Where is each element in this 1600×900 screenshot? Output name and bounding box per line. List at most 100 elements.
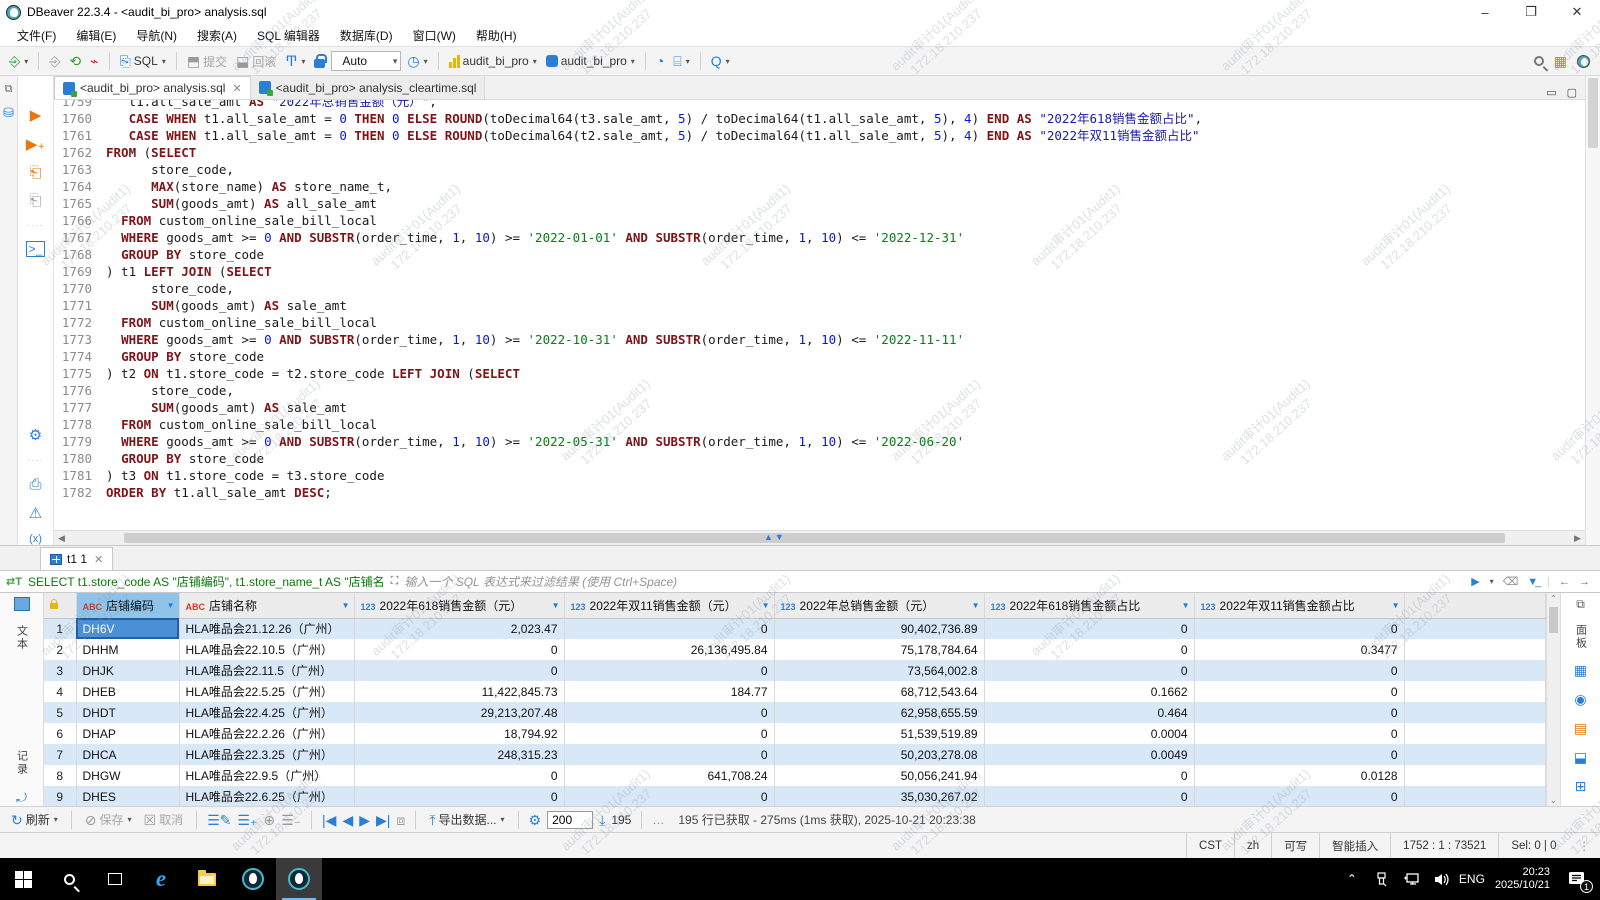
grid-cell[interactable]: 0 — [1194, 618, 1404, 639]
grid-cell[interactable]: DH6V — [76, 618, 179, 639]
grid-cell[interactable]: 18,794.92 — [354, 723, 564, 744]
row-number[interactable]: 3 — [44, 660, 76, 681]
grid-cell[interactable]: 0 — [1194, 702, 1404, 723]
taskbar-ie[interactable]: e — [138, 858, 184, 900]
sql-code-editor[interactable]: 1759 t1.all_sale_amt AS "2022年总销售金额（元）",… — [54, 100, 1585, 530]
grid-cell[interactable]: 11,422,845.73 — [354, 681, 564, 702]
aggregate-panel-icon[interactable]: ▤ — [1574, 720, 1587, 737]
tab-analysis-sql[interactable]: <audit_bi_pro> analysis.sql ✕ — [54, 76, 251, 99]
maximize-editor-icon[interactable]: ▢ — [1567, 86, 1577, 99]
new-sql-editor-button[interactable]: ⎘SQL▾ — [117, 52, 169, 70]
taskbar-search-button[interactable] — [46, 858, 92, 900]
text-presentation-tab[interactable]: 文本 — [14, 625, 30, 651]
apply-filter-icon[interactable]: ▶ — [1471, 575, 1479, 588]
grid-cell[interactable]: HLA唯品会22.11.5（广州） — [179, 660, 354, 681]
grid-cell[interactable]: 248,315.23 — [354, 744, 564, 765]
tray-network-icon[interactable] — [1399, 858, 1425, 900]
record-mode-tab[interactable]: 记录 — [14, 750, 30, 776]
editor-hscrollbar[interactable]: ◀ ▲▼ ▶ — [54, 530, 1585, 545]
row-number[interactable]: 8 — [44, 765, 76, 786]
scroll-down-icon[interactable]: ⌄ — [1550, 796, 1557, 805]
grid-cell[interactable]: 51,539,519.89 — [774, 723, 984, 744]
grid-cell[interactable]: HLA唯品会22.9.5（广州） — [179, 765, 354, 786]
column-header-6[interactable]: 1232022年双11销售金额占比▼ — [1194, 593, 1404, 618]
filter-input[interactable]: 输入一个 SQL 表达式来过滤结果 (使用 Ctrl+Space) — [404, 573, 1465, 590]
file-warning-icon[interactable]: ⚠ — [29, 504, 42, 522]
minimize-button[interactable]: – — [1462, 0, 1508, 24]
menu-item-1[interactable]: 编辑(E) — [67, 25, 125, 46]
metadata-panel-icon[interactable]: ◉ — [1574, 691, 1586, 708]
txn-history-button[interactable]: ◷▾ — [404, 52, 430, 70]
grid-presentation-icon[interactable] — [14, 597, 30, 611]
next-page-icon[interactable]: ▶ — [359, 813, 370, 827]
tab-close-icon[interactable]: ✕ — [232, 82, 241, 95]
grid-cell[interactable]: HLA唯品会22.10.5（广州） — [179, 639, 354, 660]
transpose-icon[interactable]: ⤾ — [16, 790, 27, 806]
grid-cell[interactable]: 0 — [1194, 660, 1404, 681]
grid-cell[interactable]: 0 — [564, 786, 774, 806]
quick-search-icon[interactable] — [1534, 56, 1544, 66]
history-forward-icon[interactable]: → — [1579, 576, 1590, 588]
grid-cell[interactable]: HLA唯品会22.6.25（广州） — [179, 786, 354, 806]
grid-cell[interactable]: 0 — [354, 765, 564, 786]
grid-cell[interactable]: HLA唯品会22.3.25（广州） — [179, 744, 354, 765]
grid-cell[interactable]: 184.77 — [564, 681, 774, 702]
menu-item-5[interactable]: 数据库(D) — [331, 25, 402, 46]
rollback-button[interactable]: ⬓回滚 — [233, 51, 279, 72]
grid-cell[interactable]: 90,402,736.89 — [774, 618, 984, 639]
grid-cell[interactable]: DHEB — [76, 681, 179, 702]
grid-cell[interactable]: 0 — [564, 744, 774, 765]
grid-cell[interactable]: DHCA — [76, 744, 179, 765]
grid-cell[interactable]: 0 — [1194, 681, 1404, 702]
add-row-icon[interactable]: ☰₊ — [237, 813, 257, 827]
column-header-5[interactable]: 1232022年618销售金额占比▼ — [984, 593, 1194, 618]
execute-script-icon[interactable]: ⎗ — [29, 164, 41, 181]
maximize-button[interactable]: ❐ — [1508, 0, 1554, 24]
calc-panel-icon[interactable]: ⊞ — [1575, 778, 1587, 795]
grid-cell[interactable]: DHDT — [76, 702, 179, 723]
taskbar-dbeaver-1[interactable] — [230, 858, 276, 900]
export-data-button[interactable]: ⤒导出数据...▾ — [426, 809, 507, 830]
connect-button[interactable]: ⎆ — [46, 52, 63, 70]
grid-cell[interactable]: 50,056,241.94 — [774, 765, 984, 786]
delete-row-icon[interactable]: ☰₋ — [281, 813, 301, 827]
taskbar-explorer[interactable] — [184, 858, 230, 900]
menu-item-7[interactable]: 帮助(H) — [467, 25, 526, 46]
variables-icon[interactable]: (x) — [29, 533, 42, 545]
grid-cell[interactable]: HLA唯品会22.5.25（广州） — [179, 681, 354, 702]
vscroll-thumb[interactable] — [1588, 78, 1598, 148]
grid-cell[interactable]: 0 — [984, 618, 1194, 639]
value-viewer-icon[interactable]: ▦ — [1574, 662, 1587, 679]
tray-volume-icon[interactable] — [1429, 858, 1455, 900]
restore-view-icon[interactable]: ⧉ — [5, 82, 13, 96]
grid-cell[interactable]: 0 — [354, 660, 564, 681]
grid-cell[interactable]: 0 — [354, 786, 564, 806]
database-selector[interactable]: audit_bi_pro▾ — [543, 52, 638, 70]
prev-page-icon[interactable]: ◀ — [342, 813, 353, 827]
search-tools-button[interactable]: Q▾ — [708, 52, 733, 70]
first-page-icon[interactable]: |◀ — [322, 813, 336, 827]
grid-cell[interactable]: 0 — [354, 639, 564, 660]
execute-statement-icon[interactable]: ▶ — [30, 106, 42, 124]
tray-usb-icon[interactable] — [1369, 858, 1395, 900]
grid-cell[interactable]: 0.1662 — [984, 681, 1194, 702]
column-filter-icon[interactable]: ▼ — [1182, 601, 1190, 610]
column-header-2[interactable]: 1232022年618销售金额（元）▼ — [354, 593, 564, 618]
row-number[interactable]: 9 — [44, 786, 76, 806]
start-button[interactable] — [0, 858, 46, 900]
result-grid[interactable]: ABC店铺编码▼ABC店铺名称▼1232022年618销售金额（元）▼12320… — [44, 593, 1546, 806]
clear-filter-icon[interactable]: ⌫ — [1503, 575, 1519, 588]
grid-vscroll-thumb[interactable] — [1549, 607, 1558, 633]
last-page-icon[interactable]: ▶| — [376, 813, 390, 827]
grid-cell[interactable]: 35,030,267.02 — [774, 786, 984, 806]
result-tab-close-icon[interactable]: ✕ — [94, 553, 103, 566]
grid-cell[interactable]: DHGW — [76, 765, 179, 786]
grid-vscrollbar[interactable]: ⌃ ⌄ — [1546, 593, 1560, 806]
column-header-1[interactable]: ABC店铺名称▼ — [179, 593, 354, 618]
grid-cell[interactable]: 50,203,278.08 — [774, 744, 984, 765]
grid-cell[interactable]: HLA唯品会22.4.25（广州） — [179, 702, 354, 723]
new-connection-button[interactable]: ⎆▾ — [6, 52, 31, 70]
grid-cell[interactable]: HLA唯品会22.2.26（广州） — [179, 723, 354, 744]
scroll-up-icon[interactable]: ⌃ — [1550, 594, 1557, 603]
grid-cell[interactable]: DHJK — [76, 660, 179, 681]
